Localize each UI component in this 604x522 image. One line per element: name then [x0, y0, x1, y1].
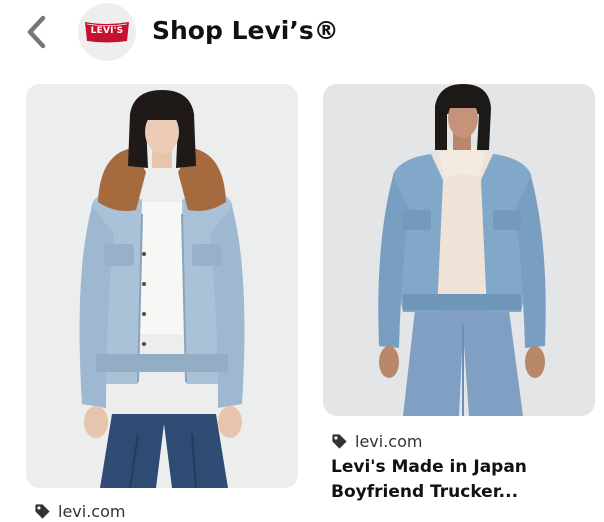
pin-image[interactable] [323, 84, 595, 416]
tag-icon [35, 504, 50, 519]
brand-avatar[interactable]: LEVI'S [78, 3, 136, 61]
pin-title[interactable]: Levi's Made in Japan Boyfriend Trucker..… [331, 455, 591, 505]
source-domain: levi.com [355, 432, 423, 451]
pin-image[interactable] [26, 84, 298, 488]
back-button[interactable] [20, 12, 52, 52]
source-domain: levi.com [58, 502, 126, 521]
chevron-left-icon [27, 15, 46, 49]
pin-card[interactable]: levi.com Levi's Made in Japan Boyfriend … [323, 84, 595, 504]
pin-source[interactable]: levi.com [331, 432, 422, 451]
tag-icon [332, 434, 347, 449]
pin-source[interactable]: levi.com [34, 502, 125, 521]
shop-header: LEVI'S Shop Levi’s® [0, 0, 604, 64]
levis-logo: LEVI'S [84, 20, 130, 44]
pin-card[interactable]: levi.com [26, 84, 298, 522]
logo-wordmark: LEVI'S [90, 26, 124, 36]
page-title[interactable]: Shop Levi’s® [152, 14, 339, 48]
